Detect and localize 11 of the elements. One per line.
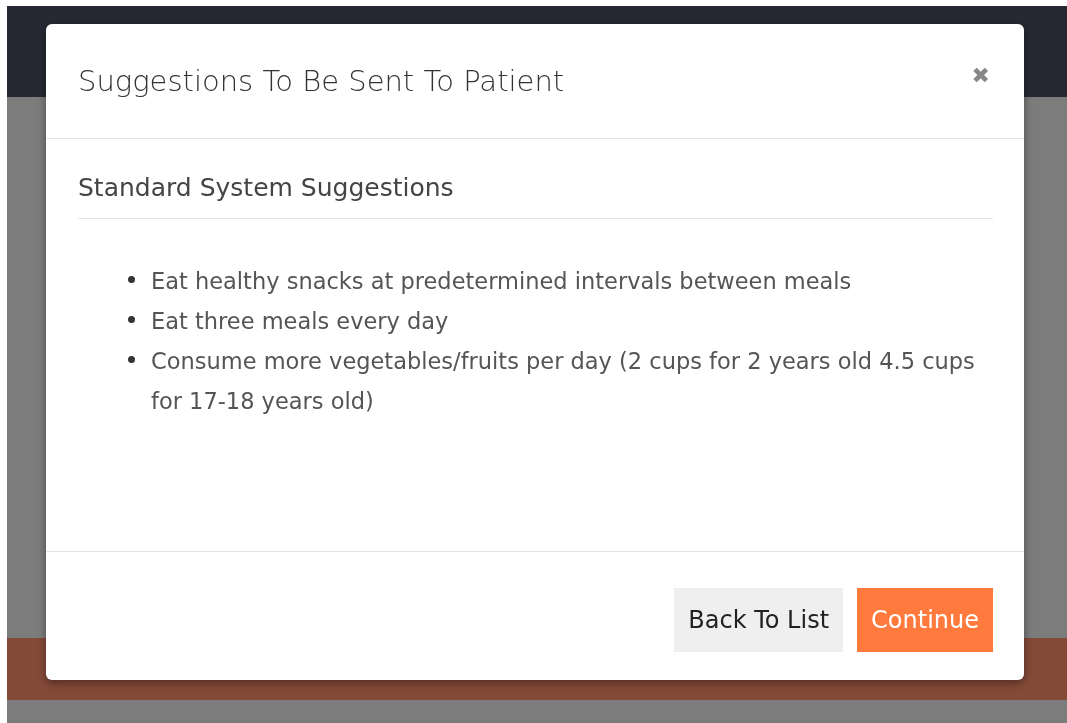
suggestion-text: Eat healthy snacks at predetermined intervals between meals [151,267,852,296]
modal-title: Suggestions To Be Sent To Patient [78,64,565,98]
section-title: Standard System Suggestions [78,139,993,219]
close-button[interactable]: ✖ [967,62,994,88]
continue-button[interactable]: Continue [857,588,993,652]
suggestion-text: Consume more vegetables/fruits per day (2 cups for 2 years old 4.5 cups for 17-18 years old) [151,347,976,416]
bullet-dot [128,356,135,363]
bullet-dot [128,276,135,283]
bullet-dot [128,316,135,323]
suggestion-text: Eat three meals every day [151,307,449,336]
back-button[interactable]: Back To List [674,588,844,652]
